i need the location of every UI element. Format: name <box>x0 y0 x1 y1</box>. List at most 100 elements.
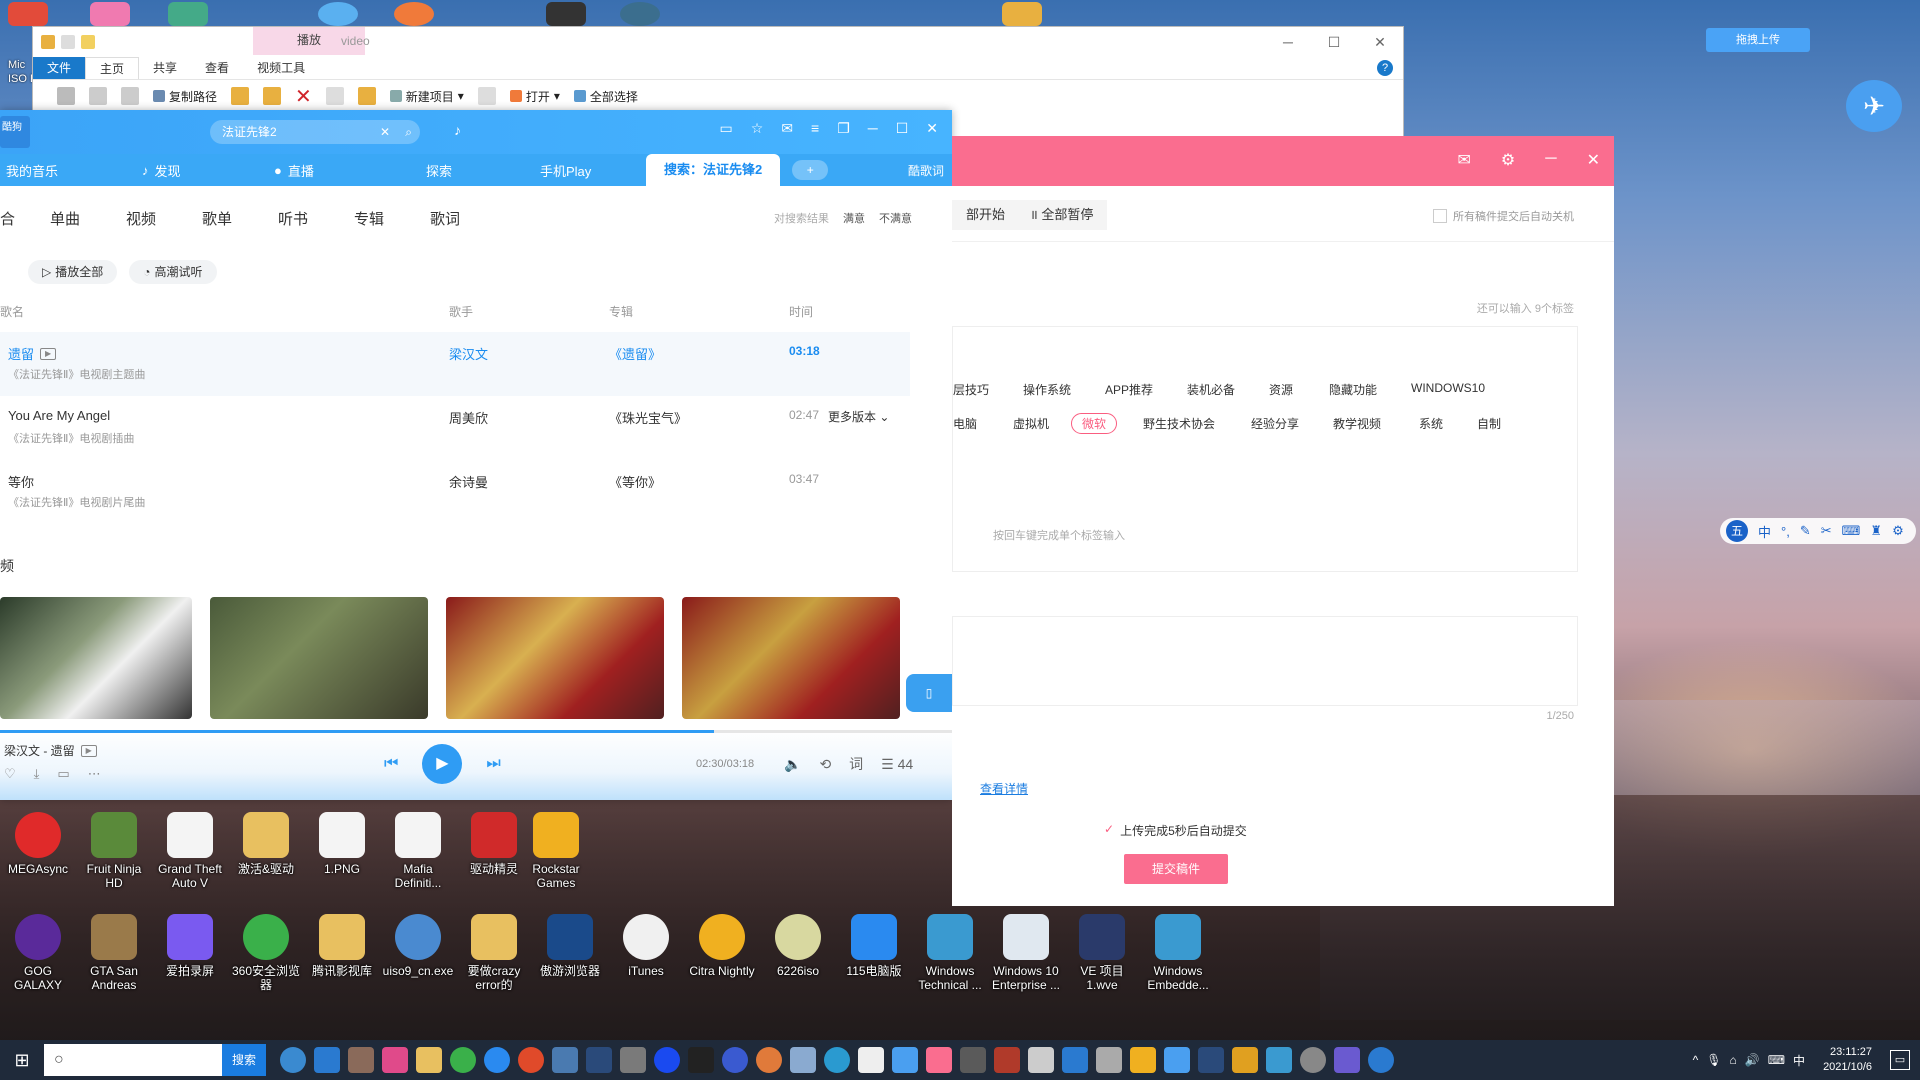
tag-chip[interactable]: 装机必备 <box>1187 381 1235 398</box>
steam-icon[interactable] <box>1198 1047 1224 1073</box>
desktop-icon[interactable]: 驱动精灵 <box>458 812 530 876</box>
skin-icon[interactable]: ▭ <box>720 120 733 137</box>
app-icon[interactable] <box>1368 1047 1394 1073</box>
keyboard-icon[interactable]: ⌨ <box>1768 1053 1785 1067</box>
bird-icon[interactable] <box>892 1047 918 1073</box>
playlist-button[interactable]: ☰ 44 <box>881 756 913 773</box>
desktop-icon[interactable]: 6226iso <box>762 914 834 978</box>
desktop-icon[interactable]: GTA San Andreas <box>78 914 150 992</box>
message-icon[interactable]: ✉ <box>781 120 793 137</box>
desktop-icon[interactable]: Grand Theft Auto V <box>154 812 226 890</box>
tab-home[interactable]: 主页 <box>85 56 140 80</box>
ime-punctuation[interactable]: °, <box>1781 524 1790 539</box>
volume-icon[interactable]: 🔈 <box>784 756 801 773</box>
app-icon[interactable] <box>620 2 660 26</box>
app-icon[interactable] <box>1232 1047 1258 1073</box>
tag-chip[interactable]: WINDOWS10 <box>1411 381 1485 395</box>
steam-icon[interactable] <box>586 1047 612 1073</box>
app-icon[interactable] <box>450 1047 476 1073</box>
app-icon[interactable] <box>654 1047 680 1073</box>
song-album[interactable]: 《遗留》 <box>609 344 661 363</box>
bilibili-icon[interactable] <box>926 1047 952 1073</box>
desktop-icon[interactable]: Citra Nightly <box>686 914 758 978</box>
video-thumbnail[interactable] <box>210 597 428 719</box>
desktop-icon[interactable]: iTunes <box>610 914 682 978</box>
desktop-icon[interactable]: MEGAsync <box>2 812 74 876</box>
feedback-bad-button[interactable]: 不满意 <box>879 210 912 226</box>
tab-video-tools[interactable]: 视频工具 <box>243 57 319 79</box>
app-icon[interactable] <box>1300 1047 1326 1073</box>
heart-icon[interactable]: ♡ <box>4 766 16 782</box>
pin-button[interactable] <box>57 86 75 106</box>
bird-app-icon[interactable]: ✈ <box>1846 80 1902 132</box>
chrome-icon[interactable] <box>518 1047 544 1073</box>
pen-icon[interactable]: ✎ <box>1800 523 1811 539</box>
lyrics-button[interactable]: 酷歌词 <box>908 162 944 179</box>
song-row[interactable]: You Are My Angel 《法证先锋Ⅱ》电视剧插曲 周美欣 《珠光宝气》… <box>0 396 910 460</box>
app-icon[interactable] <box>348 1047 374 1073</box>
song-album[interactable]: 《珠光宝气》 <box>609 408 687 427</box>
video-thumbnail[interactable] <box>446 597 664 719</box>
store-icon[interactable] <box>1028 1047 1054 1073</box>
desktop-icon[interactable]: 要做crazy error的 <box>458 914 530 992</box>
app-icon[interactable] <box>1130 1047 1156 1073</box>
download-icon[interactable]: ⤓ <box>34 766 40 782</box>
help-icon[interactable]: ? <box>1377 60 1393 76</box>
properties-icon[interactable] <box>61 35 75 49</box>
filter-audiobooks[interactable]: 听书 <box>278 208 354 229</box>
app-icon[interactable] <box>1266 1047 1292 1073</box>
volume-icon[interactable]: 🔊 <box>1745 1053 1760 1067</box>
gear-icon[interactable]: ⚙ <box>1892 523 1904 539</box>
maximize-button[interactable]: ☐ <box>896 120 909 137</box>
feedback-good-button[interactable]: 满意 <box>843 210 865 226</box>
copy-button[interactable] <box>89 86 107 106</box>
filter-all[interactable]: 合 <box>0 208 50 229</box>
voice-search-icon[interactable]: ♪ <box>454 122 461 138</box>
tag-chip[interactable]: APP推荐 <box>1105 381 1153 398</box>
ie-icon[interactable] <box>280 1047 306 1073</box>
desktop-icon[interactable]: 腾讯影视库 <box>306 914 378 978</box>
folder-icon[interactable] <box>1002 2 1042 26</box>
nav-live[interactable]: ● 直播 <box>256 161 396 180</box>
tag-chip[interactable]: 野生技术协会 <box>1143 415 1215 432</box>
loop-icon[interactable]: ⟲ <box>819 756 831 773</box>
minimize-button[interactable]: ─ <box>868 120 878 137</box>
filter-singles[interactable]: 单曲 <box>50 208 126 229</box>
song-row[interactable]: 遗留 ▶ 《法证先锋Ⅱ》电视剧主题曲 梁汉文 《遗留》 03:18 <box>0 332 910 396</box>
drag-upload-button[interactable]: 拖拽上传 <box>1706 28 1810 52</box>
desktop-icon[interactable]: 115电脑版 <box>838 914 910 978</box>
app-icon[interactable] <box>756 1047 782 1073</box>
scissors-icon[interactable]: ✂ <box>1821 523 1832 539</box>
delete-button[interactable]: ✕ <box>295 86 312 108</box>
more-icon[interactable]: ⋯ <box>88 766 101 782</box>
app-icon[interactable] <box>546 2 586 26</box>
desktop-icon[interactable]: VE 项目 1.wve <box>1066 914 1138 992</box>
auto-submit-option[interactable]: ✓ 上传完成5秒后自动提交 <box>1104 822 1247 839</box>
new-item-button[interactable]: 新建项目 ▾ <box>389 86 464 106</box>
app-icon[interactable] <box>1062 1047 1088 1073</box>
new-folder-icon[interactable] <box>81 35 95 49</box>
app-icon[interactable] <box>314 1047 340 1073</box>
filter-videos[interactable]: 视频 <box>126 208 202 229</box>
play-all-button[interactable]: ▷ 播放全部 <box>28 260 118 284</box>
app-icon[interactable] <box>318 2 358 26</box>
song-title-cell[interactable]: You Are My Angel <box>8 408 110 423</box>
chevron-up-icon[interactable]: ^ <box>1693 1053 1699 1067</box>
menu-icon[interactable]: ≡ <box>811 120 819 137</box>
previous-button[interactable]: ⏮ <box>384 755 398 773</box>
close-button[interactable]: ✕ <box>926 120 938 137</box>
song-row[interactable]: 等你 《法证先锋Ⅱ》电视剧片尾曲 余诗曼 《等你》 03:47 <box>0 460 910 524</box>
folder-icon[interactable] <box>41 35 55 49</box>
desktop-icon[interactable]: Windows 10 Enterprise ... <box>990 914 1062 992</box>
mini-mode-icon[interactable]: ❐ <box>837 120 850 137</box>
nav-phone-play[interactable]: 手机Play <box>526 161 646 180</box>
properties-button[interactable] <box>477 86 496 106</box>
tag-chip[interactable]: 电脑 <box>953 415 977 432</box>
filter-playlists[interactable]: 歌单 <box>202 208 278 229</box>
app-icon[interactable] <box>382 1047 408 1073</box>
app-icon[interactable] <box>168 2 208 26</box>
close-button[interactable]: ✕ <box>1357 27 1403 57</box>
filter-albums[interactable]: 专辑 <box>354 208 430 229</box>
app-icon[interactable] <box>994 1047 1020 1073</box>
song-title-cell[interactable]: 等你 <box>8 472 34 491</box>
